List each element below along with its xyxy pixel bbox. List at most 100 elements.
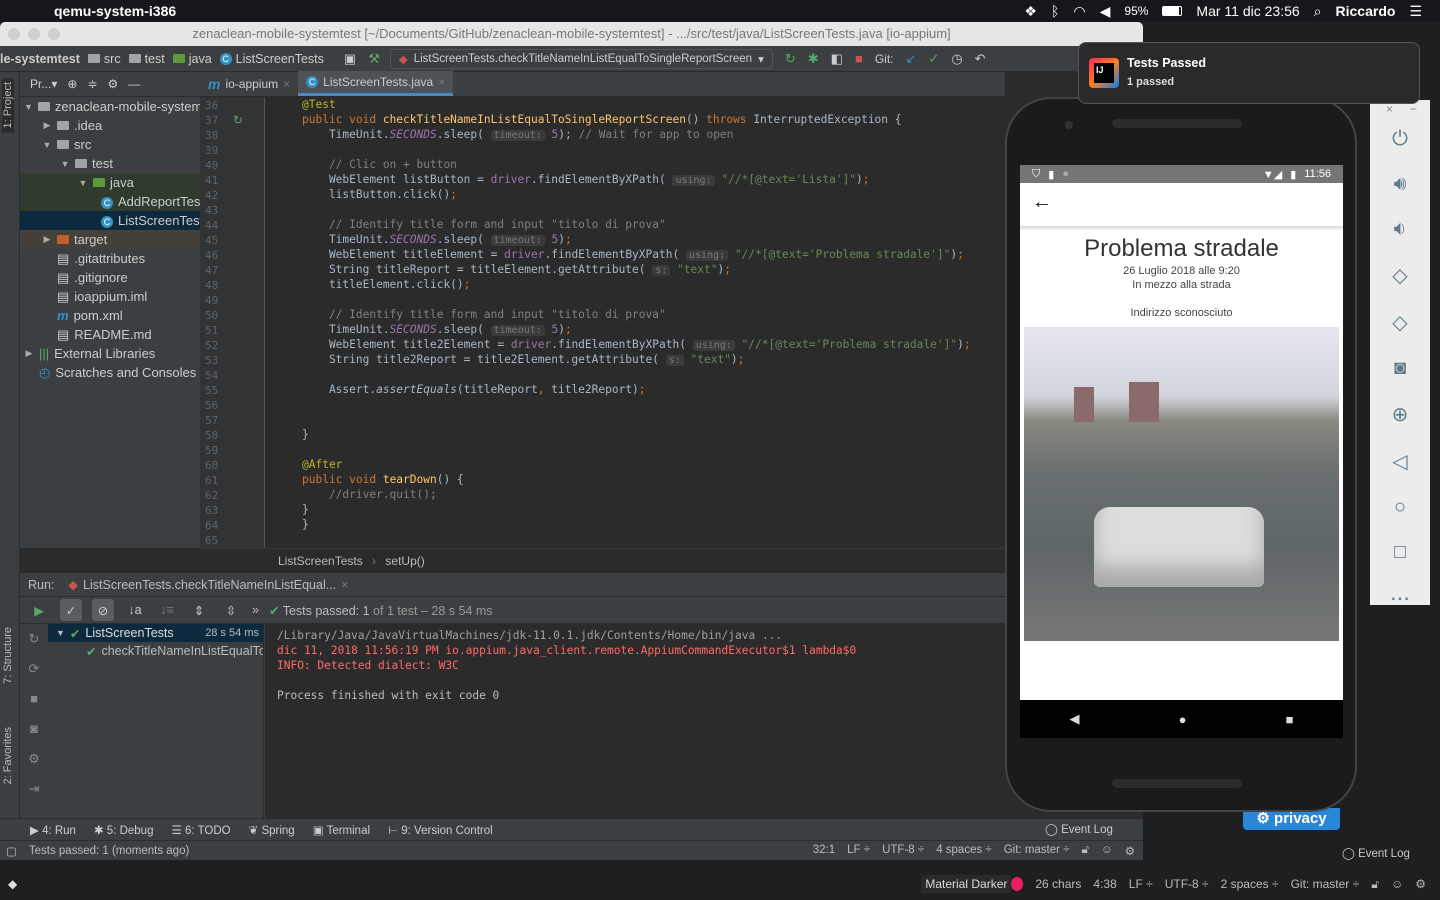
tree-item[interactable]: ▼ src — [20, 135, 200, 154]
caret-position[interactable]: 4:38 — [1093, 877, 1116, 891]
run-console-icon[interactable]: ▣ — [344, 51, 356, 67]
crumb-test[interactable]: test — [128, 52, 165, 66]
indent-select[interactable]: 2 spaces ÷ — [1221, 877, 1279, 891]
crumb-class[interactable]: C ListScreenTests — [219, 52, 324, 66]
tree-item[interactable]: ▶ .idea — [20, 116, 200, 135]
tab-io-appium[interactable]: m io-appium × — [200, 71, 298, 96]
structure-tool-tab[interactable]: 7: Structure — [2, 627, 14, 684]
volume-icon[interactable]: ◀ — [1100, 3, 1111, 20]
tool-window-leaf[interactable]: ❦ Spring — [249, 823, 295, 837]
dropbox-icon[interactable]: ❖ — [1024, 3, 1037, 20]
run-console-output[interactable]: /Library/Java/JavaVirtualMachines/jdk-11… — [265, 624, 1005, 818]
project-tool-tab[interactable]: 1: Project — [2, 78, 14, 133]
export-icon[interactable]: ⇥ — [20, 774, 48, 804]
volume-up-icon[interactable]: 🔊︎ — [1394, 173, 1407, 196]
nav-back-icon[interactable]: ◀ — [1070, 711, 1080, 727]
rotate-right-icon[interactable]: ◇ — [1392, 310, 1407, 335]
tree-item[interactable]: C AddReportTests — [20, 192, 200, 211]
tree-item[interactable]: ▼ java — [20, 173, 200, 192]
hide-icon[interactable]: — — [128, 77, 140, 91]
collapse-all-icon[interactable]: ⇳ — [220, 599, 242, 621]
tree-item[interactable]: ▤ .gitattributes — [20, 249, 200, 268]
rerun-button[interactable]: ▶ — [28, 599, 50, 621]
stop-icon[interactable]: ■ — [20, 684, 48, 714]
outer-event-log-button[interactable]: ◯ Event Log — [1342, 846, 1410, 860]
tree-item[interactable]: ▶ ||| External Libraries — [20, 344, 200, 363]
close-window-button[interactable] — [8, 28, 20, 40]
battery-percent[interactable]: 95% — [1124, 4, 1148, 18]
tool-window-vcs[interactable]: ⊢ 9: Version Control — [388, 823, 493, 837]
wifi-icon[interactable]: ◠ — [1073, 3, 1085, 20]
back-icon[interactable]: ◁ — [1392, 449, 1407, 474]
tree-item[interactable]: ▼ zenaclean-mobile-systemtest — [20, 97, 200, 116]
locate-icon[interactable]: ⊕ — [67, 77, 77, 91]
collapse-all-icon[interactable]: ≑ — [87, 77, 97, 91]
encoding-select[interactable]: UTF-8 ÷ — [1165, 877, 1209, 891]
tree-item[interactable]: ▶ target — [20, 230, 200, 249]
code-area[interactable]: @Test public void checkTitleNameInListEqu… — [302, 97, 971, 547]
build-hammer-icon[interactable]: ⚒ — [368, 51, 380, 67]
rotate-left-icon[interactable]: ◇ — [1392, 263, 1407, 288]
breadcrumb-method[interactable]: setUp() — [385, 554, 424, 568]
app-name[interactable]: qemu-system-i386 — [54, 3, 176, 19]
indent-select[interactable]: 4 spaces ÷ — [936, 844, 992, 858]
git-branch-select[interactable]: Git: master ÷ — [1004, 844, 1070, 858]
close-tab-icon[interactable]: × — [283, 77, 290, 91]
expand-arrow-icon[interactable]: ▶ — [42, 234, 52, 245]
more-icon[interactable]: » — [252, 603, 259, 617]
clock[interactable]: Mar 11 dic 23:56 — [1196, 3, 1299, 19]
nav-home-icon[interactable]: ● — [1179, 712, 1187, 727]
tests-passed-notification[interactable]: IJ Tests Passed 1 passed — [1078, 42, 1420, 104]
line-separator-select[interactable]: LF ÷ — [847, 844, 870, 858]
expand-arrow-icon[interactable]: ▼ — [78, 178, 88, 188]
nav-recents-icon[interactable]: ■ — [1286, 712, 1294, 727]
caret-position[interactable]: 32:1 — [813, 844, 835, 858]
crumb-java[interactable]: java — [172, 52, 212, 66]
minimize-window-button[interactable] — [28, 28, 40, 40]
rerun-failed-icon[interactable]: ↻ — [20, 624, 48, 654]
line-separator-select[interactable]: LF ÷ — [1129, 877, 1153, 891]
toggle-tool-windows-icon[interactable]: ▢ — [6, 844, 17, 858]
layers-icon[interactable]: ◆ — [8, 877, 17, 891]
stop-icon[interactable]: ■ — [855, 51, 863, 66]
tab-listscreentests[interactable]: C ListScreenTests.java × — [298, 71, 454, 96]
camera-icon[interactable]: ◙ — [1394, 357, 1406, 380]
git-update-icon[interactable]: ↙ — [906, 51, 917, 67]
favorites-tool-tab[interactable]: 2: Favorites — [2, 727, 14, 784]
test-case-row[interactable]: ✔ checkTitleNameInListEqualToSingleReport… — [48, 642, 263, 660]
rerun-icon[interactable]: ↻ — [785, 51, 796, 67]
volume-down-icon[interactable]: 🔉︎ — [1394, 218, 1407, 241]
tree-item[interactable]: ▼ test — [20, 154, 200, 173]
tree-item[interactable]: m pom.xml — [20, 306, 200, 325]
test-suite-row[interactable]: ▼ ✔ ListScreenTests 28 s 54 ms — [48, 624, 263, 642]
notification-center-icon[interactable]: ☰ — [1409, 3, 1422, 20]
toggle-autotest-icon[interactable]: ⟳ — [20, 654, 48, 684]
tool-window-list[interactable]: ☰ 6: TODO — [171, 823, 230, 837]
back-arrow-icon[interactable]: ← — [1032, 191, 1052, 213]
tree-item[interactable]: ▤ .gitignore — [20, 268, 200, 287]
power-icon[interactable]: ⏻ — [1392, 128, 1408, 151]
memory-icon[interactable]: ⚙ — [1125, 844, 1135, 858]
sort-alpha-icon[interactable]: ↓a — [124, 599, 146, 621]
coverage-icon[interactable]: ◧ — [831, 51, 843, 67]
tool-window-terminal[interactable]: ▣ Terminal — [313, 823, 370, 837]
theme-label[interactable]: Material Darker — [921, 875, 1012, 893]
sort-duration-icon[interactable]: ↓≡ — [156, 599, 178, 621]
lock-icon[interactable]: 🔓︎ — [1371, 877, 1379, 892]
spotlight-icon[interactable]: ⌕ — [1314, 3, 1322, 20]
dump-threads-icon[interactable]: ◙ — [20, 714, 48, 744]
zoom-icon[interactable]: ⊕ — [1392, 402, 1409, 427]
show-passed-toggle[interactable]: ✓ — [60, 599, 82, 621]
expand-arrow-icon[interactable]: ▼ — [24, 102, 33, 112]
close-tab-icon[interactable]: × — [438, 75, 445, 89]
event-log-button[interactable]: ◯ Event Log — [1045, 822, 1113, 836]
expand-arrow-icon[interactable]: ▼ — [42, 140, 52, 150]
run-tab[interactable]: ◆ ListScreenTests.checkTitleNameInListEqu… — [62, 577, 354, 593]
run-test-gutter-icon[interactable]: ↻ — [233, 113, 243, 127]
git-branch-select[interactable]: Git: master ÷ — [1291, 877, 1360, 891]
memory-icon[interactable]: ⚙ — [1415, 877, 1426, 891]
debug-icon[interactable]: ✱ — [808, 51, 819, 67]
inspector-icon[interactable]: ☺ — [1101, 844, 1113, 858]
git-revert-icon[interactable]: ↶ — [975, 51, 986, 67]
tree-item[interactable]: ▤ README.md — [20, 325, 200, 344]
